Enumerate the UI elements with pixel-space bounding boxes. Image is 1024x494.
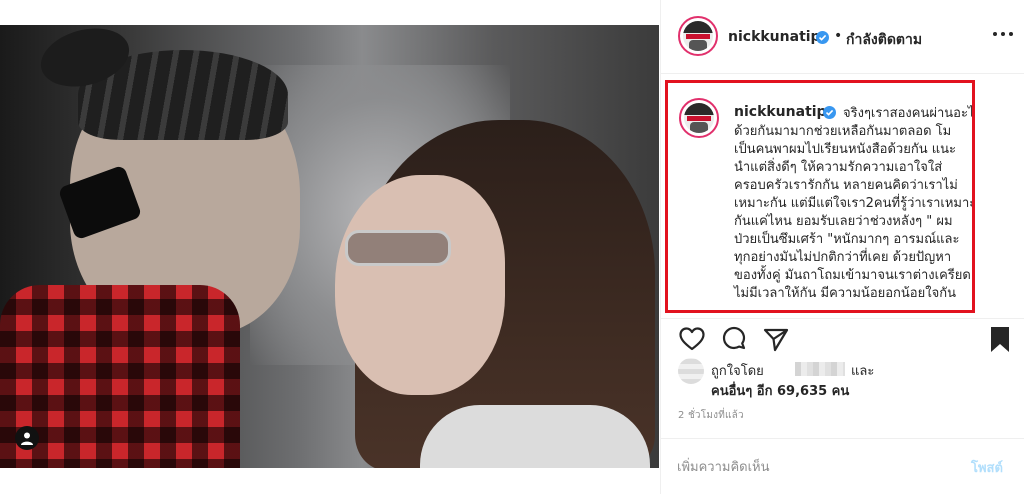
- comment-button[interactable]: [719, 325, 749, 355]
- caption-line: ครอบครัวเรารักกัน หลายคนคิดว่าเราไม่: [734, 178, 958, 193]
- liker-avatar[interactable]: [678, 358, 704, 384]
- comment-bar: โพสต์: [661, 438, 1024, 494]
- blurred-liker-name[interactable]: [795, 362, 845, 376]
- others-likes-link[interactable]: คนอื่นๆ อีก 69,635 คน: [711, 380, 849, 401]
- header-username[interactable]: nickkunatip: [728, 29, 821, 45]
- caption-line: เป็นคนพาผมไปเรียนหนังสือด้วยกัน แนะ: [734, 142, 956, 157]
- caption-line: ไม่มีเวลาให้กัน มีความน้อยอกน้อยใจกัน: [734, 286, 956, 301]
- caption-line: ของทั้งคู่ มันถาโถมเข้ามาจนเราต่างเครียด: [734, 268, 971, 283]
- caption-avatar[interactable]: [679, 98, 719, 138]
- caption-first-line: จริงๆเราสองคนผ่านอะไร: [843, 106, 975, 121]
- share-icon: [763, 328, 789, 352]
- caption-line: เหมาะกัน แต่มีแต่ใจเรา2คนที่รู้ว่าเราเหม…: [734, 196, 975, 211]
- verified-badge-icon: [816, 31, 829, 44]
- user-tag-button[interactable]: [15, 426, 39, 450]
- and-label: และ: [851, 364, 875, 379]
- likes-section: ถูกใจโดย และ คนอื่นๆ อีก 69,635 คน: [678, 356, 1008, 402]
- verified-badge-icon: [823, 106, 836, 119]
- caption-text: ด้วยกันมามากช่วยเหลือกันมาตลอด โม เป็นคน…: [734, 123, 975, 303]
- avatar[interactable]: [678, 16, 718, 56]
- post-photo-pane: [0, 0, 659, 494]
- caption-line: นำแต่สิ่งดีๆ ให้ความรักความเอาใจใส่: [734, 160, 943, 175]
- post-photo[interactable]: [0, 25, 659, 468]
- caption-line: ป่วยเป็นซึมเศร้า "หนักมากๆ อารมณ์และ: [734, 232, 960, 247]
- caption-line: ทุกอย่างมันไม่ปกติกว่าที่เคย ด้วยปัญหา: [734, 250, 952, 265]
- post-side-panel: nickkunatip • กำลังติดตาม nickkunatip จร…: [660, 0, 1024, 494]
- heart-icon: [679, 327, 705, 351]
- caption-line: ด้วยกันมามากช่วยเหลือกันมาตลอด โม: [734, 124, 952, 139]
- bookmark-icon: [991, 327, 1009, 352]
- caption-line: กันแค่ไหน ยอมรับเลยว่าช่วงหลังๆ " ผม: [734, 214, 953, 229]
- more-options-icon: [993, 32, 997, 36]
- caption-username[interactable]: nickkunatip: [734, 104, 827, 120]
- post-header: nickkunatip • กำลังติดตาม: [661, 0, 1024, 74]
- like-button[interactable]: [677, 325, 707, 355]
- share-button[interactable]: [761, 325, 791, 355]
- following-button[interactable]: กำลังติดตาม: [846, 29, 922, 51]
- comment-icon: [722, 326, 746, 350]
- post-timestamp[interactable]: 2 ชั่วโมงที่แล้ว: [678, 408, 744, 423]
- post-comment-button[interactable]: โพสต์: [971, 457, 1003, 478]
- comment-input[interactable]: [677, 457, 937, 477]
- separator-dot: •: [834, 28, 843, 44]
- liked-by-label: ถูกใจโดย: [711, 364, 764, 379]
- more-options-button[interactable]: [991, 22, 1015, 46]
- save-button[interactable]: [985, 325, 1015, 355]
- user-tag-icon: [21, 432, 33, 445]
- post-actions-bar: [661, 318, 1024, 360]
- caption-highlight-box: nickkunatip จริงๆเราสองคนผ่านอะไร ด้วยกั…: [665, 80, 975, 313]
